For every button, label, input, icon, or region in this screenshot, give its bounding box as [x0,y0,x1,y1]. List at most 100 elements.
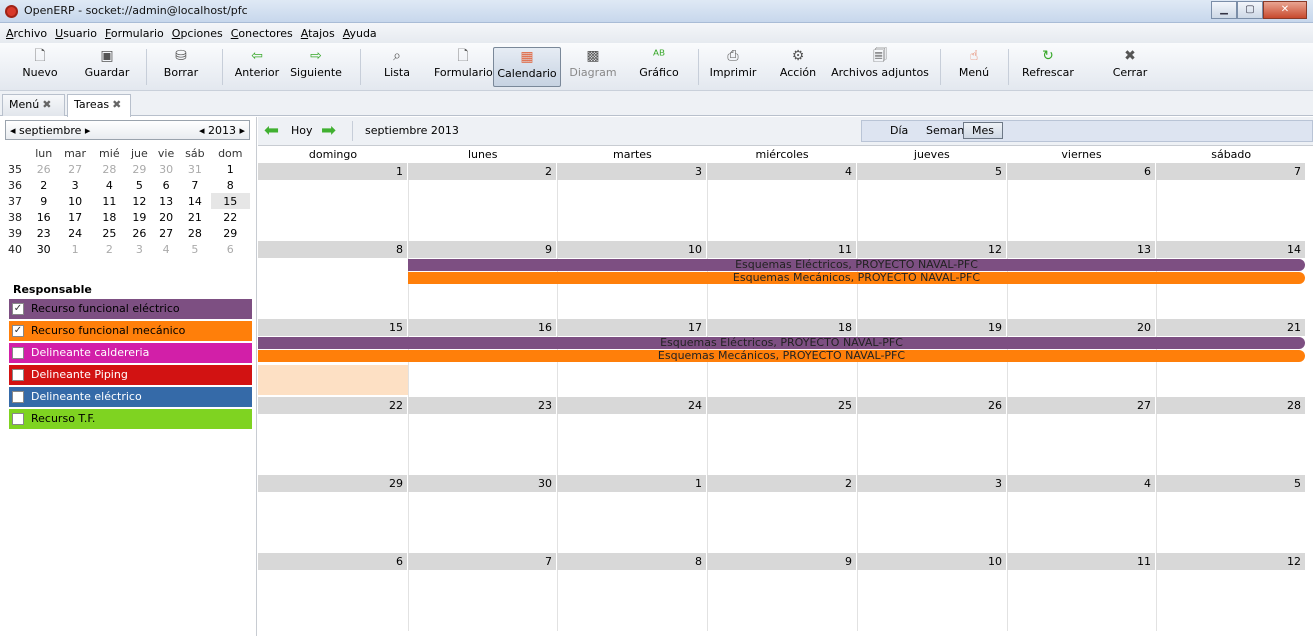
day-cell[interactable]: 3 [857,475,1006,492]
mini-day[interactable]: 27 [153,225,179,241]
mini-day[interactable]: 29 [211,225,250,241]
checkbox[interactable]: ✓ [12,303,24,315]
day-cell[interactable]: 8 [258,241,407,258]
day-cell[interactable]: 1 [258,163,407,180]
mode-month-button[interactable]: Mes [963,122,1003,139]
mini-day[interactable]: 27 [57,161,92,177]
close-icon[interactable]: ✖ [112,98,121,111]
action-button[interactable]: ⚙ Acción [776,47,820,87]
mini-day[interactable]: 6 [153,177,179,193]
mini-day[interactable]: 1 [57,241,92,257]
menu-ayuda[interactable]: Ayuda [343,27,377,40]
mini-day[interactable]: 30 [30,241,57,257]
mini-day[interactable]: 22 [211,209,250,225]
day-cell[interactable]: 5 [1156,475,1305,492]
tab-tareas[interactable]: Tareas ✖ [67,94,131,117]
attachments-button[interactable]: 🗐 Archivos adjuntos [831,47,929,87]
day-cell[interactable]: 10 [557,241,706,258]
mode-day-button[interactable]: Día [890,124,908,137]
close-tab-button[interactable]: ✖ Cerrar [1110,47,1150,87]
day-cell[interactable]: 30 [408,475,556,492]
day-cell[interactable]: 14 [1156,241,1305,258]
delete-button[interactable]: ⛁ Borrar [161,47,201,87]
day-cell[interactable]: 11 [707,241,856,258]
mini-day[interactable]: 23 [30,225,57,241]
mini-day[interactable]: 25 [93,225,126,241]
day-cell[interactable]: 17 [557,319,706,336]
calendar-event[interactable]: Esquemas Mecánicos, PROYECTO NAVAL-PFC [258,350,1305,362]
day-cell[interactable]: 7 [1156,163,1305,180]
mini-day[interactable]: 4 [153,241,179,257]
refresh-button[interactable]: ↻ Refrescar [1022,47,1074,87]
prev-month-icon[interactable]: ◂ [10,124,16,137]
day-cell[interactable]: 9 [408,241,556,258]
day-cell[interactable]: 5 [857,163,1006,180]
day-cell[interactable]: 22 [258,397,407,414]
mini-day[interactable]: 13 [153,193,179,209]
day-cell[interactable]: 4 [1007,475,1155,492]
mini-day[interactable]: 24 [57,225,92,241]
responsable-item[interactable]: Delineante eléctrico [9,387,252,407]
menu-button[interactable]: ☝ Menú [954,47,994,87]
next-button[interactable]: ⇨ Siguiente [285,47,347,87]
day-cell[interactable]: 3 [557,163,706,180]
menu-formulario[interactable]: Formulario [105,27,164,40]
responsable-item[interactable]: ✓ Recurso funcional mecánico [9,321,252,341]
prev-year-icon[interactable]: ◂ [199,124,205,137]
previous-button[interactable]: ⇦ Anterior [233,47,281,87]
day-cell[interactable]: 2 [707,475,856,492]
day-cell[interactable]: 1 [557,475,706,492]
day-cell[interactable]: 10 [857,553,1006,570]
day-cell[interactable]: 29 [258,475,407,492]
responsable-item[interactable]: Delineante Piping [9,365,252,385]
maximize-button[interactable]: ▢ [1237,1,1263,19]
day-cell[interactable]: 18 [707,319,856,336]
day-cell[interactable]: 28 [1156,397,1305,414]
mini-day[interactable]: 28 [179,225,210,241]
calendar-view-button[interactable]: ▦ Calendario [493,47,561,87]
mini-day[interactable]: 16 [30,209,57,225]
day-cell[interactable]: 12 [1156,553,1305,570]
mini-day[interactable]: 26 [30,161,57,177]
day-cell[interactable]: 12 [857,241,1006,258]
graph-view-button[interactable]: ᴬᴮ Gráfico [634,47,684,87]
checkbox[interactable] [12,413,24,425]
diagram-view-button[interactable]: ▩ Diagram [568,47,618,87]
day-cell[interactable]: 26 [857,397,1006,414]
day-cell[interactable]: 2 [408,163,556,180]
mini-day[interactable]: 8 [211,177,250,193]
mini-day[interactable]: 3 [126,241,153,257]
menu-archivo[interactable]: Archivo [6,27,47,40]
calendar-event[interactable]: Esquemas Eléctricos, PROYECTO NAVAL-PFC [258,337,1305,349]
day-cell[interactable]: 9 [707,553,856,570]
list-view-button[interactable]: ⌕ Lista [379,47,415,87]
mini-day[interactable]: 30 [153,161,179,177]
minimize-button[interactable]: ▁ [1211,1,1237,19]
responsable-item[interactable]: Delineante caldereria [9,343,252,363]
mini-day[interactable]: 15 [210,193,250,209]
mini-day[interactable]: 11 [93,193,126,209]
day-cell[interactable]: 25 [707,397,856,414]
mini-day[interactable]: 9 [30,193,57,209]
mini-day[interactable]: 17 [57,209,92,225]
mini-day[interactable]: 14 [179,193,210,209]
day-cell[interactable]: 19 [857,319,1006,336]
form-view-button[interactable]: 🗋 Formulario [434,47,493,87]
responsable-item[interactable]: ✓ Recurso funcional eléctrico [9,299,252,319]
today-button[interactable]: Hoy [291,124,313,137]
mini-day[interactable]: 21 [179,209,210,225]
new-button[interactable]: 🗋 Nuevo [20,47,60,87]
calendar-event[interactable]: Esquemas Mecánicos, PROYECTO NAVAL-PFC [408,272,1305,284]
checkbox[interactable] [12,369,24,381]
mini-day[interactable]: 2 [93,241,126,257]
next-period-icon[interactable]: ➡ [321,122,336,140]
day-cell[interactable]: 24 [557,397,706,414]
day-cell[interactable]: 21 [1156,319,1305,336]
day-cell[interactable]: 11 [1007,553,1155,570]
calendar-event[interactable]: Esquemas Eléctricos, PROYECTO NAVAL-PFC [408,259,1305,271]
mini-day[interactable]: 7 [179,177,210,193]
day-cell[interactable]: 4 [707,163,856,180]
mini-day[interactable]: 20 [153,209,179,225]
prev-period-icon[interactable]: ⬅ [264,122,279,140]
mini-day[interactable]: 5 [126,177,153,193]
